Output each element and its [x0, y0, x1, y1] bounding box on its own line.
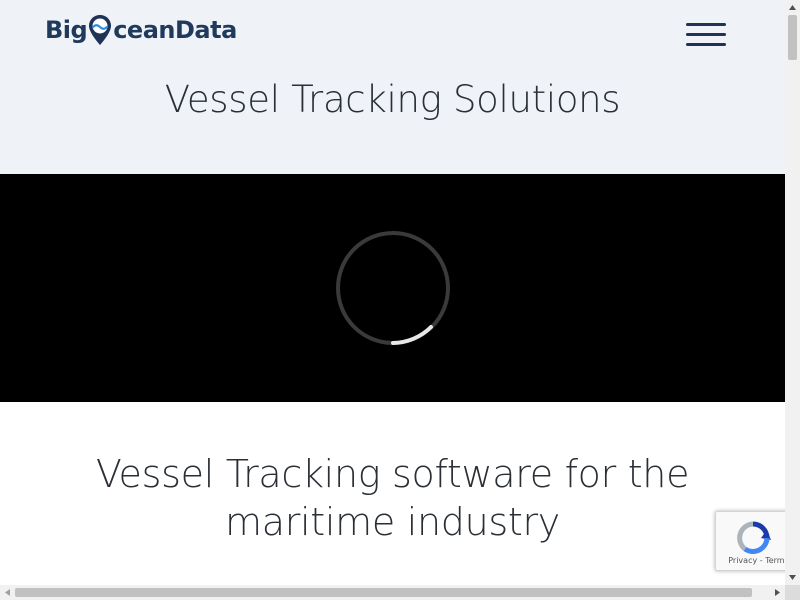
- logo-text-oceandata: ceanData: [113, 16, 237, 44]
- recaptcha-privacy-link[interactable]: Privacy: [728, 556, 757, 565]
- scrollbar-corner: [785, 585, 800, 600]
- recaptcha-icon: [737, 521, 771, 555]
- vertical-scroll-thumb[interactable]: [788, 15, 797, 60]
- scroll-right-arrow-icon[interactable]: [770, 585, 785, 600]
- hamburger-menu-icon[interactable]: [686, 22, 726, 48]
- scroll-left-arrow-icon[interactable]: [0, 585, 15, 600]
- menu-bar-bottom: [686, 43, 726, 46]
- scroll-down-arrow-icon[interactable]: [785, 570, 800, 585]
- horizontal-scrollbar[interactable]: [0, 585, 785, 600]
- scroll-up-arrow-icon[interactable]: [785, 0, 800, 15]
- vertical-scrollbar[interactable]: [785, 0, 800, 585]
- menu-bar-top: [686, 23, 726, 26]
- site-header: Big ceanData Vessel Tracking Solutions: [0, 0, 785, 174]
- recaptcha-separator: -: [757, 556, 766, 565]
- section-title: Vessel Tracking software for the maritim…: [95, 452, 690, 544]
- page-viewport: Big ceanData Vessel Tracking Solutions V…: [0, 0, 785, 585]
- menu-bar-middle: [686, 33, 726, 36]
- hero-title: Vessel Tracking Solutions: [164, 78, 621, 121]
- brand-logo[interactable]: Big ceanData: [45, 12, 237, 48]
- logo-text-big: Big: [45, 16, 88, 44]
- horizontal-scroll-thumb[interactable]: [15, 588, 752, 597]
- location-pin-icon: [88, 14, 112, 46]
- loading-spinner-icon: [336, 231, 452, 347]
